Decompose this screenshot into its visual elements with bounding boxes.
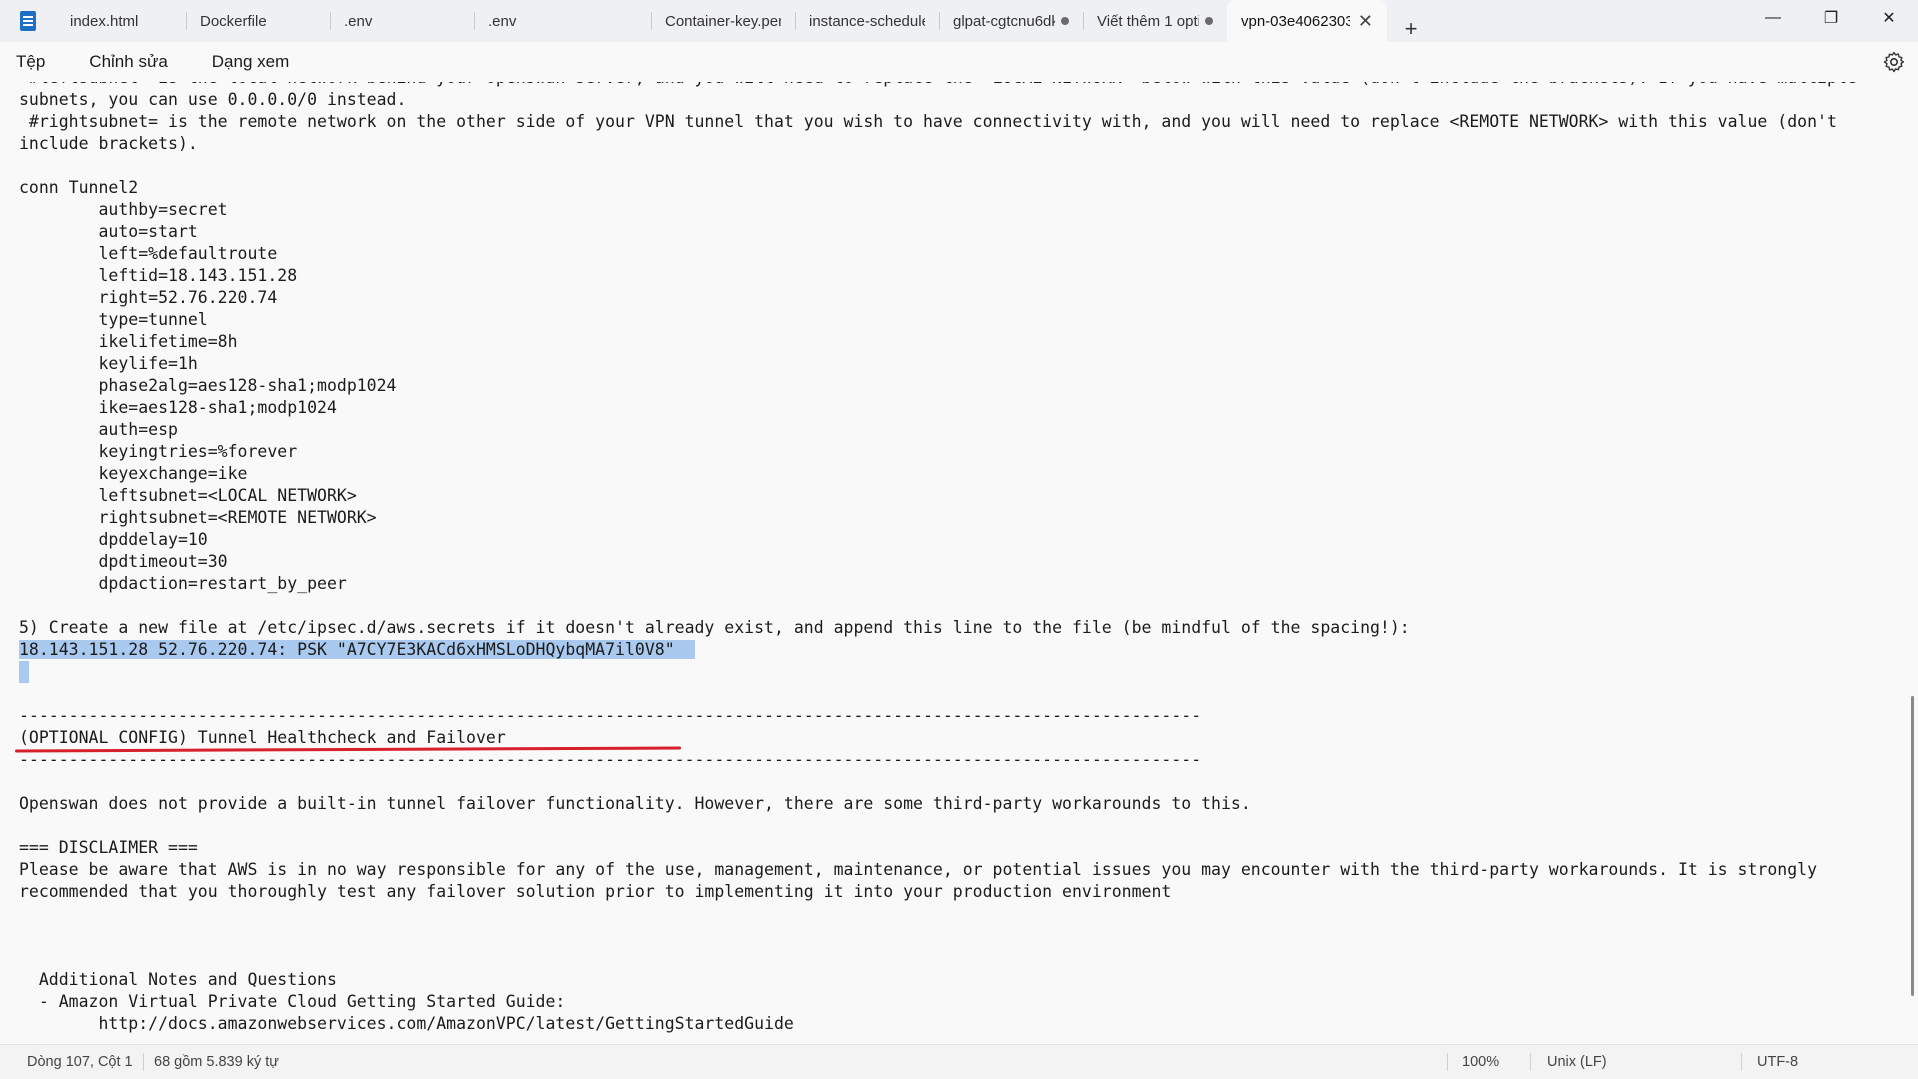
menu-view[interactable]: Dạng xem: [184, 52, 305, 72]
editor-line: auto=start: [19, 222, 198, 241]
text-editor[interactable]: #leftsubnet= is the local network behind…: [0, 82, 1918, 1044]
minimize-button[interactable]: —: [1744, 0, 1802, 36]
editor-line: ----------------------------------------…: [19, 706, 1202, 725]
editor-line: recommended that you thoroughly test any…: [19, 882, 1172, 901]
tab-glpat[interactable]: glpat-cgtcnu6dkS: [939, 0, 1083, 42]
editor-line: right=52.76.220.74: [19, 288, 278, 307]
selection-count: 68 gồm 5.839 ký tự: [154, 1054, 279, 1070]
menu-bar: Tệp Chỉnh sửa Dạng xem: [0, 42, 1918, 82]
tab-label: instance-scheduler-on-a: [809, 12, 925, 30]
selection-caret: [19, 661, 29, 683]
selected-text: 18.143.151.28 52.76.220.74: PSK "A7CY7E3…: [19, 640, 695, 659]
editor-line: === DISCLAIMER ===: [19, 838, 198, 857]
tab-strip: index.html Dockerfile .env .env Containe…: [56, 0, 1435, 42]
tab-label: .env: [344, 12, 373, 30]
editor-line: dpdaction=restart_by_peer: [19, 574, 347, 593]
status-bar: Dòng 107, Cột 1 68 gồm 5.839 ký tự 100% …: [0, 1044, 1918, 1079]
editor-line: Openswan does not provide a built-in tun…: [19, 794, 1251, 813]
title-bar: index.html Dockerfile .env .env Containe…: [0, 0, 1918, 42]
editor-line: phase2alg=aes128-sha1;modp1024: [19, 376, 397, 395]
editor-line: leftsubnet=<LOCAL NETWORK>: [19, 486, 357, 505]
editor-line: type=tunnel: [19, 310, 208, 329]
editor-line: - Amazon Virtual Private Cloud Getting S…: [19, 992, 566, 1011]
menu-file[interactable]: Tệp: [0, 52, 61, 72]
tab-env-2[interactable]: .env: [474, 0, 651, 42]
new-tab-button[interactable]: +: [1387, 16, 1435, 42]
editor-line: Please be aware that AWS is in no way re…: [19, 860, 1818, 879]
tab-vpn-active[interactable]: vpn-03e4062303 ✕: [1227, 0, 1387, 42]
close-tab-icon[interactable]: ✕: [1358, 11, 1373, 32]
maximize-button[interactable]: ❐: [1802, 0, 1860, 36]
tab-label: Container-key.pem: [665, 12, 781, 30]
window-controls: — ❐ ✕: [1744, 0, 1918, 36]
zoom-level[interactable]: 100%: [1462, 1045, 1499, 1079]
tab-viet-them[interactable]: Viết thêm 1 option: [1083, 0, 1227, 42]
tab-label: Dockerfile: [200, 12, 267, 30]
encoding[interactable]: UTF-8: [1757, 1045, 1798, 1079]
tab-env-1[interactable]: .env: [330, 0, 474, 42]
editor-line: ikelifetime=8h: [19, 332, 238, 351]
editor-line: Additional Notes and Questions: [19, 970, 337, 989]
unsaved-dot-icon: [1061, 17, 1069, 25]
editor-line: dpddelay=10: [19, 530, 208, 549]
gear-icon[interactable]: [1882, 50, 1906, 74]
unsaved-dot-icon: [1205, 17, 1213, 25]
vertical-scrollbar[interactable]: [1911, 696, 1914, 996]
editor-line: ----------------------------------------…: [19, 750, 1202, 769]
editor-line: [19, 661, 1857, 683]
editor-line: authby=secret: [19, 200, 228, 219]
tab-label: .env: [488, 12, 517, 30]
editor-line: keyexchange=ike: [19, 464, 248, 483]
tab-index-html[interactable]: index.html: [56, 0, 186, 42]
editor-line: #rightsubnet= is the remote network on t…: [19, 112, 1837, 131]
tab-instance-scheduler[interactable]: instance-scheduler-on-a: [795, 0, 939, 42]
editor-line: 5) Create a new file at /etc/ipsec.d/aws…: [19, 618, 1410, 637]
editor-line: rightsubnet=<REMOTE NETWORK>: [19, 508, 377, 527]
menu-edit[interactable]: Chỉnh sửa: [61, 52, 183, 72]
tab-label: Viết thêm 1 option: [1097, 12, 1199, 30]
tab-label: index.html: [70, 12, 139, 30]
editor-line: #leftsubnet= is the local network behind…: [19, 82, 1857, 89]
editor-line: conn Tunnel2: [19, 178, 139, 197]
cursor-position: Dòng 107, Cột 1: [27, 1054, 133, 1070]
editor-text: #leftsubnet= is the local network behind…: [19, 82, 1857, 1035]
editor-line: 18.143.151.28 52.76.220.74: PSK "A7CY7E3…: [19, 639, 1857, 661]
editor-line: auth=esp: [19, 420, 178, 439]
editor-line: subnets, you can use 0.0.0.0/0 instead.: [19, 90, 407, 109]
tab-container-key[interactable]: Container-key.pem: [651, 0, 795, 42]
notepad-app-icon: [0, 0, 56, 42]
tab-dockerfile[interactable]: Dockerfile: [186, 0, 330, 42]
editor-line: (OPTIONAL CONFIG) Tunnel Healthcheck and…: [19, 728, 506, 747]
editor-line: keyingtries=%forever: [19, 442, 298, 461]
close-window-button[interactable]: ✕: [1860, 0, 1918, 36]
tab-label: glpat-cgtcnu6dkS: [953, 12, 1055, 30]
editor-line: include brackets).: [19, 134, 198, 153]
line-ending[interactable]: Unix (LF): [1547, 1045, 1607, 1079]
editor-line: ike=aes128-sha1;modp1024: [19, 398, 337, 417]
editor-line: dpdtimeout=30: [19, 552, 228, 571]
editor-line: left=%defaultroute: [19, 244, 278, 263]
editor-line: http://docs.amazonwebservices.com/Amazon…: [19, 1014, 794, 1033]
tab-label: vpn-03e4062303: [1241, 12, 1350, 30]
editor-line: leftid=18.143.151.28: [19, 266, 298, 285]
editor-line: keylife=1h: [19, 354, 198, 373]
